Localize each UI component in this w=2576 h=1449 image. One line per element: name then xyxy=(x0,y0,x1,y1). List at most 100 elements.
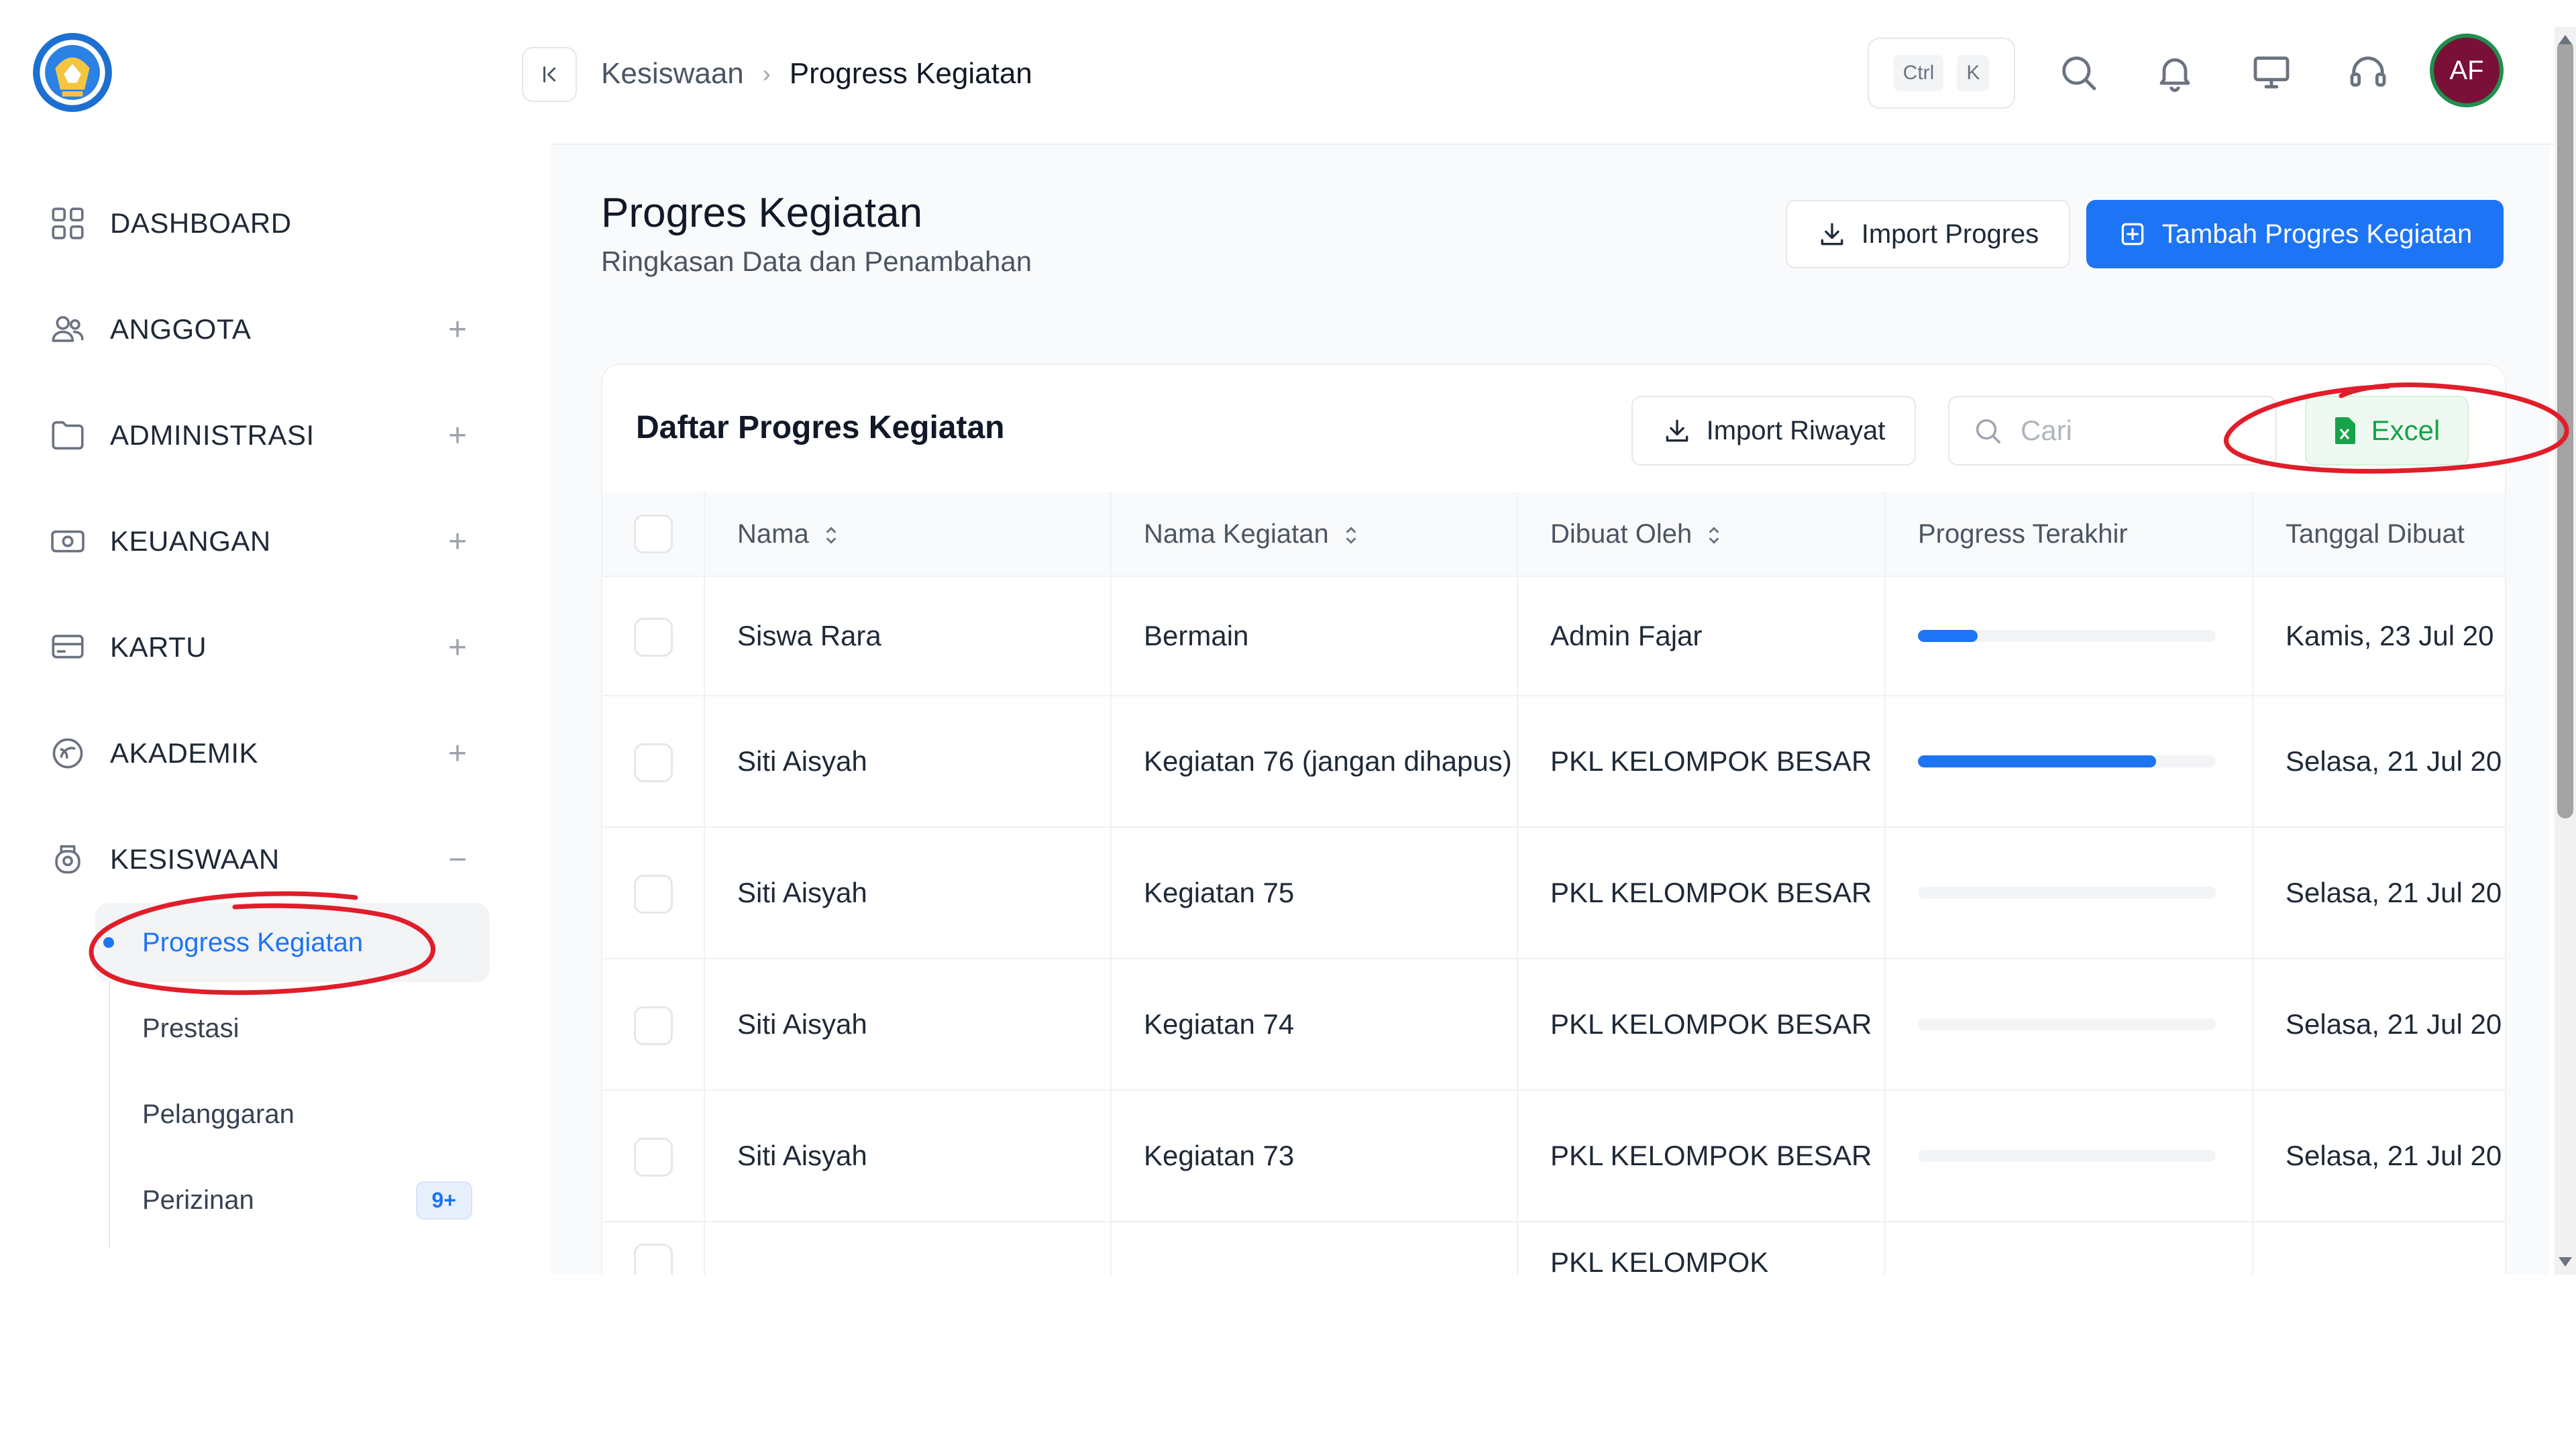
cell-progress xyxy=(1885,826,2253,959)
cell-nama-kegiatan: Kegiatan 73 xyxy=(1111,1089,1518,1222)
expand-plus-icon[interactable]: + xyxy=(437,735,478,772)
progress-bar xyxy=(1918,1150,2216,1162)
table-row[interactable]: Siti Aisyah Kegiatan 73 PKL KELOMPOK BESAR… xyxy=(602,1089,2505,1222)
import-progres-button[interactable]: Import Progres xyxy=(1786,200,2070,268)
headset-support-icon[interactable] xyxy=(2347,51,2390,94)
import-riwayat-button[interactable]: Import Riwayat xyxy=(1631,396,1916,466)
submenu-item-progress-kegiatan[interactable]: Progress Kegiatan xyxy=(95,903,490,982)
import-riwayat-label: Import Riwayat xyxy=(1706,415,1886,445)
col-nama[interactable]: Nama xyxy=(704,492,1112,576)
col-nama-kegiatan-label: Nama Kegiatan xyxy=(1144,519,1329,549)
key-ctrl: Ctrl xyxy=(1893,55,1944,91)
cell-tanggal: Kamis, 23 Jul 20 xyxy=(2253,576,2505,696)
cell-progress xyxy=(1885,1089,2253,1222)
progress-bar xyxy=(1918,755,2216,767)
expand-plus-icon[interactable]: + xyxy=(437,417,478,454)
select-all-checkbox[interactable] xyxy=(633,515,673,553)
sidebar-item-label: KEUANGAN xyxy=(110,525,271,557)
cell-nama: Siti Aisyah xyxy=(704,695,1112,827)
cell-progress xyxy=(1885,1221,2253,1275)
col-dibuat-oleh[interactable]: Dibuat Oleh xyxy=(1517,492,1886,576)
scroll-down-icon[interactable] xyxy=(2555,1252,2576,1272)
scroll-up-icon[interactable] xyxy=(2555,30,2576,50)
sidebar-item-akademik[interactable]: AKADEMIK + xyxy=(48,723,478,784)
plus-square-icon xyxy=(2121,223,2144,246)
sidebar-item-anggota[interactable]: ANGGOTA + xyxy=(48,299,478,360)
active-dot-icon xyxy=(103,937,114,948)
sidebar-item-dashboard[interactable]: DASHBOARD xyxy=(48,193,478,254)
col-nama-kegiatan[interactable]: Nama Kegiatan xyxy=(1111,492,1518,576)
shortcut-hint[interactable]: Ctrl K xyxy=(1868,38,2015,109)
expand-plus-icon[interactable]: + xyxy=(437,311,478,348)
user-avatar[interactable]: AF xyxy=(2430,34,2504,107)
submenu-item-prestasi[interactable]: Prestasi xyxy=(95,989,490,1068)
cell-nama: Siti Aisyah xyxy=(704,958,1112,1090)
sidebar-item-kesiswaan[interactable]: KESISWAAN − xyxy=(48,829,478,890)
cell-nama: Siswa Rara xyxy=(704,576,1112,696)
submenu-item-pelanggaran[interactable]: Pelanggaran xyxy=(95,1075,490,1154)
bell-icon[interactable] xyxy=(2153,51,2196,94)
sidebar-item-administrasi[interactable]: ADMINISTRASI + xyxy=(48,405,478,466)
submenu-item-perizinan[interactable]: Perizinan 9+ xyxy=(95,1161,490,1240)
breadcrumb-kesiswaan[interactable]: Kesiswaan xyxy=(601,57,744,91)
sidebar-item-keuangan[interactable]: KEUANGAN + xyxy=(48,511,478,572)
col-dibuat-oleh-label: Dibuat Oleh xyxy=(1550,519,1693,549)
cell-nama: Siti Aisyah xyxy=(704,1089,1112,1222)
cell-nama-kegiatan: Kegiatan 74 xyxy=(1111,958,1518,1090)
cell-dibuat-oleh: PKL KELOMPOK BESAR xyxy=(1517,826,1886,959)
collapse-sidebar-button[interactable] xyxy=(522,47,577,102)
cell-tanggal: Selasa, 21 Jul 20 xyxy=(2253,826,2505,959)
cell-dibuat-oleh: PKL KELOMPOK BESAR xyxy=(1517,695,1886,827)
card-title: Daftar Progres Kegiatan xyxy=(636,410,1005,445)
cell-nama xyxy=(704,1221,1112,1275)
select-all-cell xyxy=(602,492,705,576)
table-row[interactable]: PKL KELOMPOK xyxy=(602,1221,2505,1275)
col-nama-label: Nama xyxy=(737,519,809,549)
submenu-label: Perizinan xyxy=(142,1185,254,1215)
table-row[interactable]: Siti Aisyah Kegiatan 75 PKL KELOMPOK BESAR… xyxy=(602,826,2505,959)
student-icon xyxy=(55,845,80,874)
cell-progress xyxy=(1885,958,2253,1090)
row-checkbox[interactable] xyxy=(633,743,673,782)
monitor-icon[interactable] xyxy=(2250,51,2293,94)
row-checkbox[interactable] xyxy=(633,874,673,914)
submenu-label: Pelanggaran xyxy=(142,1099,294,1129)
table-row[interactable]: Siti Aisyah Kegiatan 76 (jangan dihapus) P… xyxy=(602,695,2505,827)
table-row[interactable]: Siti Aisyah Kegiatan 74 PKL KELOMPOK BESAR… xyxy=(602,958,2505,1090)
row-checkbox[interactable] xyxy=(633,617,673,657)
scrollbar-thumb[interactable] xyxy=(2557,40,2573,818)
expand-plus-icon[interactable]: + xyxy=(437,629,478,666)
table-header-row: Nama Nama Kegiatan Dibuat Oleh Progress … xyxy=(602,492,2505,576)
expand-plus-icon[interactable]: + xyxy=(437,523,478,560)
submenu-label: Prestasi xyxy=(142,1013,239,1043)
cell-nama-kegiatan: Kegiatan 76 (jangan dihapus) xyxy=(1111,695,1518,827)
sidebar-item-label: AKADEMIK xyxy=(110,737,259,769)
row-select-cell xyxy=(602,1221,705,1275)
search-input[interactable] xyxy=(2019,414,2223,447)
sort-icon xyxy=(1709,527,1719,544)
cell-nama-kegiatan: Bermain xyxy=(1111,576,1518,696)
cell-dibuat-oleh: PKL KELOMPOK BESAR xyxy=(1517,958,1886,1090)
cell-dibuat-oleh: PKL KELOMPOK BESAR xyxy=(1517,1089,1886,1222)
sidebar-item-label: KARTU xyxy=(110,631,207,663)
submenu-label: Progress Kegiatan xyxy=(142,927,364,957)
cell-dibuat-oleh: PKL KELOMPOK xyxy=(1517,1221,1886,1275)
collapse-minus-icon[interactable]: − xyxy=(437,841,478,878)
tambah-progres-button[interactable]: Tambah Progres Kegiatan xyxy=(2086,200,2504,268)
cell-nama: Siti Aisyah xyxy=(704,826,1112,959)
sidebar-item-kartu[interactable]: KARTU + xyxy=(48,617,478,678)
row-checkbox[interactable] xyxy=(633,1006,673,1045)
app-window: DASHBOARD ANGGOTA + ADMINISTRASI + KEUANGAN + K… xyxy=(0,0,2576,1275)
col-progress-terakhir: Progress Terakhir xyxy=(1885,492,2253,576)
search-icon xyxy=(1976,419,2000,443)
table-row[interactable]: Siswa Rara Bermain Admin Fajar Kamis, 23 Ju… xyxy=(602,576,2505,696)
row-checkbox[interactable] xyxy=(633,1137,673,1177)
search-icon[interactable] xyxy=(2057,51,2100,94)
progress-bar xyxy=(1918,630,2216,642)
school-logo-icon[interactable] xyxy=(30,30,115,115)
progress-list-card: Daftar Progres Kegiatan Import Riwayat E… xyxy=(601,364,2506,1275)
tambah-progres-label: Tambah Progres Kegiatan xyxy=(2161,219,2473,249)
excel-export-button[interactable]: Excel xyxy=(2305,396,2469,466)
col-tanggal-dibuat: Tanggal Dibuat xyxy=(2253,492,2505,576)
row-checkbox[interactable] xyxy=(633,1244,673,1275)
